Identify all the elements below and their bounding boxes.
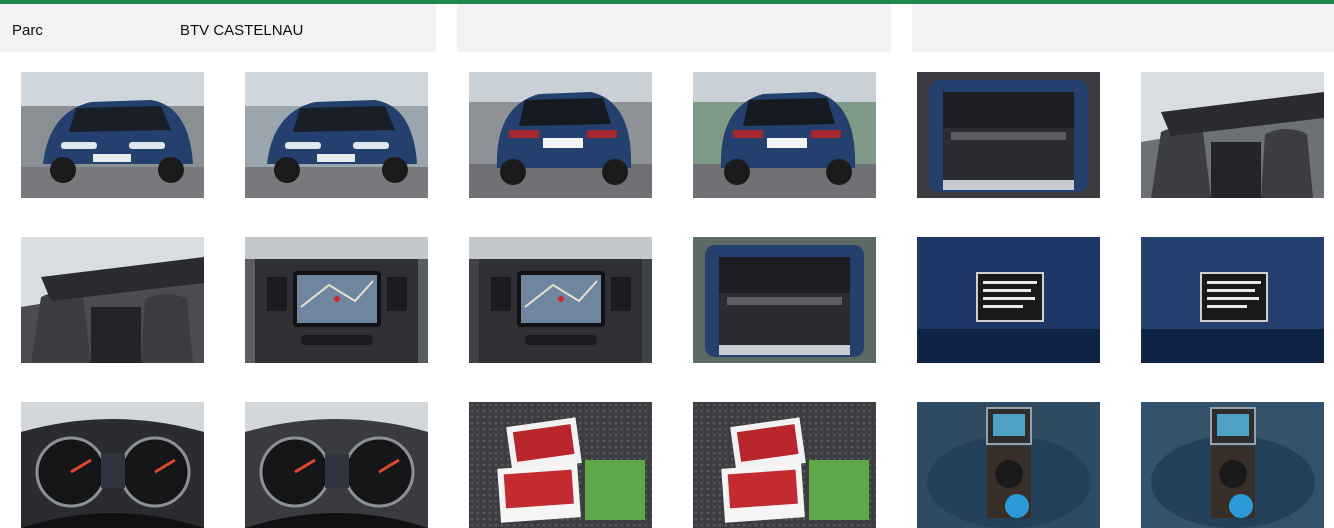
car-front-three-quarter-photo[interactable] xyxy=(21,72,204,198)
door-pillar-plate-photo[interactable] xyxy=(1141,237,1324,363)
repair-kit-well-photo[interactable] xyxy=(1141,402,1324,528)
car-rear-parking-photo[interactable] xyxy=(693,72,876,198)
front-seats-photo[interactable] xyxy=(1141,72,1324,198)
dashboard-passenger-side-photo[interactable] xyxy=(21,237,204,363)
speedometer-photo[interactable] xyxy=(245,402,428,528)
vin-plate-photo[interactable] xyxy=(917,237,1100,363)
car-front-parking-photo[interactable] xyxy=(245,72,428,198)
brochures-seat-closeup-photo[interactable] xyxy=(693,402,876,528)
instrument-cluster-photo[interactable] xyxy=(21,402,204,528)
open-trunk-photo[interactable] xyxy=(693,237,876,363)
trunk-cover-photo[interactable] xyxy=(917,72,1100,198)
park-value: BTV CASTELNAU xyxy=(180,22,304,39)
center-console-screen-photo[interactable] xyxy=(245,237,428,363)
header-cell-empty-right xyxy=(912,4,1334,52)
brochures-on-seat-photo[interactable] xyxy=(469,402,652,528)
navigation-screen-photo[interactable] xyxy=(469,237,652,363)
header-cell-park: Parc BTV CASTELNAU xyxy=(0,4,436,52)
car-rear-three-quarter-photo[interactable] xyxy=(469,72,652,198)
header-cell-empty-middle xyxy=(457,4,891,52)
spare-wheel-well-photo[interactable] xyxy=(917,402,1100,528)
park-label: Parc xyxy=(12,22,43,39)
